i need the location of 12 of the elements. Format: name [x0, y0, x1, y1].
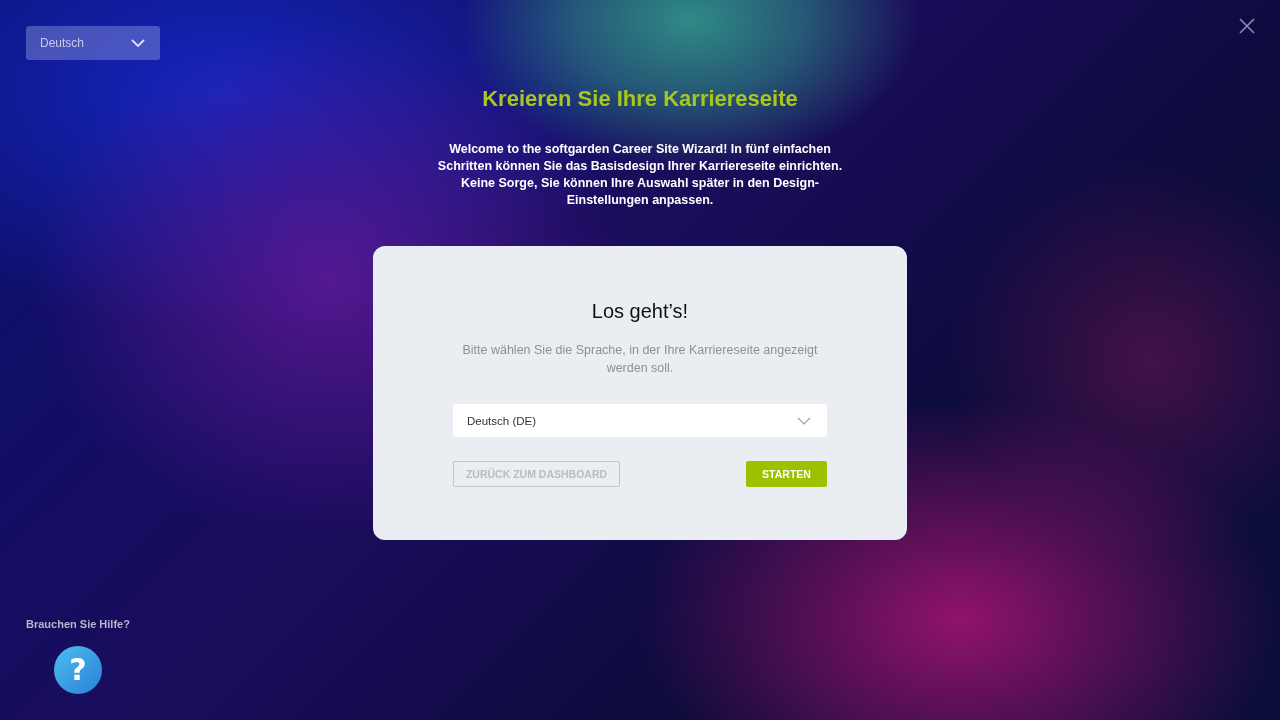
page-title: Kreieren Sie Ihre Karriereseite: [482, 85, 798, 113]
language-field[interactable]: Deutsch (DE): [453, 404, 827, 437]
help-label: Brauchen Sie Hilfe?: [26, 618, 130, 630]
chevron-icon: [131, 39, 145, 47]
intro-text: Welcome to the softgarden Career Site Wizard! In fünf einfachen Schritten können Sie das Basisdesign Ihrer Karriereseite einrichten. Keine Sorge, Sie können Ihre Auswahl später in den Design-Einstellungen anpassen.: [436, 141, 844, 209]
help-button[interactable]: ?: [53, 646, 102, 694]
card-heading: Los geht’s!: [591, 299, 689, 324]
start-button[interactable]: STARTEN: [746, 461, 827, 487]
language-dropdown[interactable]: Deutsch: [26, 26, 160, 60]
card-description: Bitte wählen Sie die Sprache, in der Ihre Karriereseite angezeigt werden soll.: [461, 342, 819, 377]
close-icon[interactable]: [1239, 18, 1255, 34]
chevron-icon: [797, 416, 811, 425]
